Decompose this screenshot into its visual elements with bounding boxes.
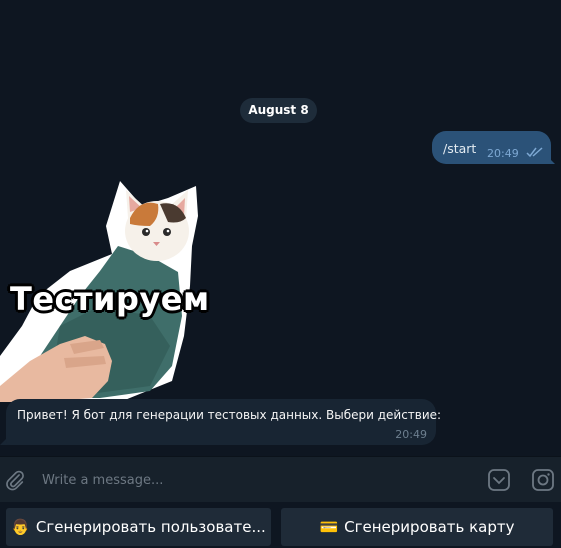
- double-check-icon: [526, 147, 543, 158]
- emoji-icon[interactable]: [487, 468, 511, 492]
- message-composer: [0, 456, 561, 502]
- outgoing-message-text: /start: [443, 141, 477, 156]
- incoming-message-text: Привет! Я бот для генерации тестовых дан…: [17, 408, 442, 422]
- credit-card-emoji-icon: 💳: [319, 518, 339, 536]
- message-input[interactable]: [40, 467, 464, 493]
- sticker-caption: Тестируем: [10, 280, 210, 318]
- incoming-message[interactable]: Привет! Я бот для генерации тестовых дан…: [6, 399, 441, 445]
- man-emoji-icon: 👨: [11, 518, 30, 536]
- generate-user-button[interactable]: 👨 Сгенерировать пользовате...: [6, 508, 271, 546]
- incoming-message-time: 20:49: [395, 428, 427, 441]
- date-separator: August 8: [240, 98, 317, 123]
- generate-card-button[interactable]: 💳 Сгенерировать карту: [281, 508, 553, 546]
- outgoing-message[interactable]: /start 20:49: [432, 131, 551, 164]
- outgoing-message-time: 20:49: [487, 147, 519, 160]
- generate-user-label: Сгенерировать пользовате...: [35, 518, 266, 536]
- instagram-icon[interactable]: [531, 468, 555, 492]
- chat-area: August 8 /start 20:49 Тестируем Привет! …: [0, 0, 561, 456]
- paperclip-icon[interactable]: [4, 469, 26, 491]
- bot-keyboard: 👨 Сгенерировать пользовате... 💳 Сгенериров…: [0, 502, 561, 548]
- generate-card-label: Сгенерировать карту: [344, 518, 515, 536]
